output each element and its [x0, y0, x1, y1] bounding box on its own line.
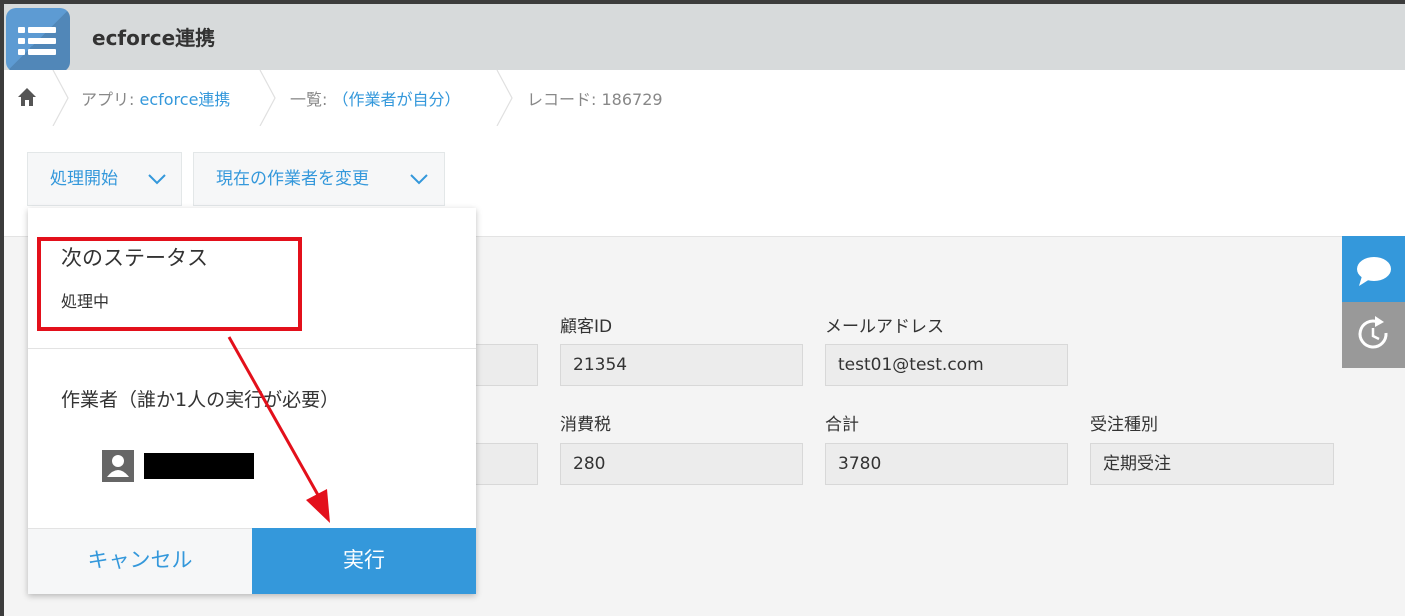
- popup-divider: [28, 348, 476, 349]
- app-header: ecforce連携: [0, 4, 1405, 72]
- customer-id-label: 顧客ID: [560, 317, 613, 337]
- window-left-border: [0, 0, 4, 616]
- home-icon[interactable]: [16, 86, 38, 108]
- assignee-title: 作業者（誰か1人の実行が必要）: [61, 389, 340, 411]
- breadcrumb-list-link[interactable]: （作業者が自分）: [332, 90, 460, 109]
- total-label: 合計: [825, 415, 859, 435]
- chevron-separator-icon: [496, 70, 513, 126]
- user-avatar-icon: [102, 450, 134, 482]
- chevron-down-icon: [148, 174, 166, 185]
- total-value: 3780: [825, 443, 1068, 485]
- breadcrumb-app-link[interactable]: ecforce連携: [139, 90, 230, 109]
- order-type-value: 定期受注: [1090, 443, 1334, 485]
- breadcrumb: アプリ: ecforce連携 一覧: （作業者が自分） レコード: 186729: [4, 70, 1405, 127]
- order-type-label: 受注種別: [1090, 415, 1158, 435]
- annotation-highlight-box: [37, 237, 302, 331]
- breadcrumb-record: レコード: 186729: [527, 90, 663, 109]
- email-label: メールアドレス: [825, 317, 944, 337]
- process-start-button[interactable]: 処理開始: [27, 152, 182, 206]
- cancel-button[interactable]: キャンセル: [28, 528, 252, 594]
- history-icon: [1358, 316, 1388, 349]
- app-list-icon[interactable]: [6, 8, 70, 72]
- change-assignee-button[interactable]: 現在の作業者を変更: [193, 152, 445, 206]
- assignee-name-redacted: [144, 453, 254, 479]
- chevron-separator-icon: [259, 70, 276, 126]
- customer-id-value: 21354: [560, 344, 803, 386]
- comment-button[interactable]: [1342, 236, 1405, 302]
- history-button[interactable]: [1342, 302, 1405, 368]
- breadcrumb-list: 一覧: （作業者が自分）: [290, 90, 461, 109]
- change-assignee-label: 現在の作業者を変更: [216, 169, 369, 189]
- email-value: test01@test.com: [825, 344, 1068, 386]
- comment-icon: [1357, 257, 1391, 286]
- execute-button[interactable]: 実行: [252, 528, 476, 594]
- tax-label: 消費税: [560, 415, 611, 435]
- tax-value: 280: [560, 443, 803, 485]
- chevron-separator-icon: [52, 70, 69, 126]
- app-title: ecforce連携: [92, 26, 216, 50]
- breadcrumb-app: アプリ: ecforce連携: [81, 90, 231, 109]
- process-start-label: 処理開始: [50, 169, 118, 189]
- chevron-down-icon: [410, 174, 428, 185]
